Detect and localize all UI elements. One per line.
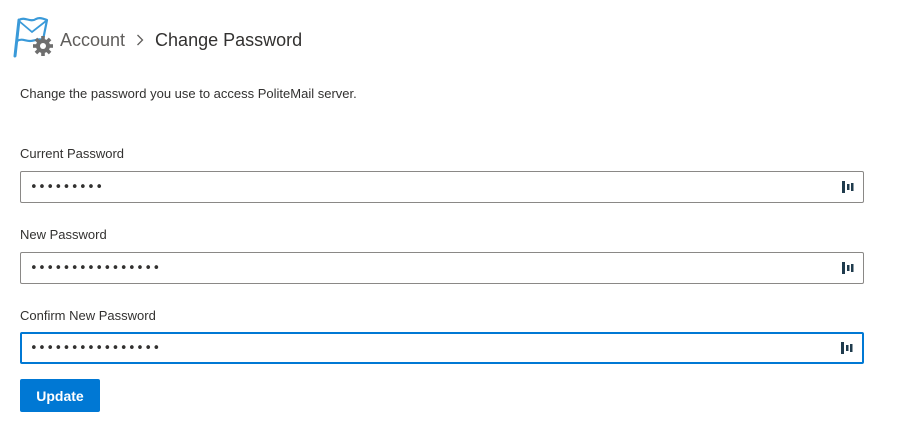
password-manager-icon[interactable] bbox=[836, 256, 860, 280]
current-password-input[interactable] bbox=[30, 172, 836, 202]
new-password-label: New Password bbox=[20, 227, 107, 242]
new-password-input[interactable] bbox=[30, 253, 836, 283]
current-password-field[interactable] bbox=[20, 171, 864, 203]
confirm-password-field[interactable] bbox=[20, 332, 864, 364]
confirm-password-label: Confirm New Password bbox=[20, 308, 156, 323]
politemail-logo-icon bbox=[10, 14, 56, 60]
page-header: Account Change Password bbox=[10, 14, 302, 60]
chevron-right-icon bbox=[131, 34, 149, 46]
password-manager-icon[interactable] bbox=[835, 336, 859, 360]
current-password-label: Current Password bbox=[20, 146, 125, 161]
confirm-password-input[interactable] bbox=[30, 334, 835, 362]
password-manager-icon[interactable] bbox=[836, 175, 860, 199]
page-title: Change Password bbox=[155, 29, 303, 50]
new-password-field[interactable] bbox=[20, 252, 864, 284]
breadcrumb: Account Change Password bbox=[60, 30, 302, 51]
update-button[interactable]: Update bbox=[20, 379, 100, 412]
page-description: Change the password you use to access Po… bbox=[20, 86, 357, 101]
breadcrumb-account-link[interactable]: Account bbox=[60, 30, 125, 51]
